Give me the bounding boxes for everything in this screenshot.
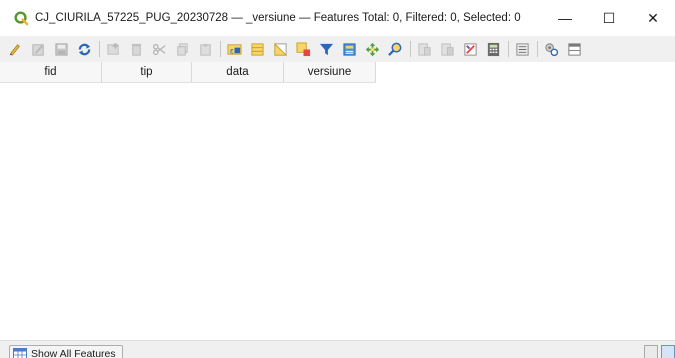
toolbar-separator: [537, 41, 538, 57]
save-edits-icon[interactable]: [52, 40, 70, 58]
window-controls: — ☐ ✕: [543, 0, 675, 36]
column-header-fid[interactable]: fid: [0, 62, 102, 82]
attribute-table[interactable]: fid tip data versiune: [0, 62, 675, 340]
view-switcher: [641, 345, 675, 358]
maximize-icon: ☐: [602, 9, 616, 26]
minimize-button[interactable]: —: [543, 0, 587, 36]
status-bar: Show All Features: [0, 340, 675, 358]
column-header-tip[interactable]: tip: [102, 62, 192, 82]
attribute-table-toolbar: ε: [0, 36, 675, 62]
delete-features-icon[interactable]: [127, 40, 145, 58]
actions-icon[interactable]: [542, 40, 560, 58]
reload-table-icon[interactable]: [75, 40, 93, 58]
toolbar-separator: [410, 41, 411, 57]
show-all-features-label: Show All Features: [31, 348, 116, 358]
maximize-button[interactable]: ☐: [587, 0, 631, 36]
show-all-features-button[interactable]: Show All Features: [9, 345, 123, 358]
close-icon: ✕: [647, 9, 659, 26]
qgis-logo-icon: [13, 10, 29, 26]
toolbar-separator: [99, 41, 100, 57]
zoom-to-selected-icon[interactable]: [386, 40, 404, 58]
title-bar: CJ_CIURILA_57225_PUG_20230728 — _versiun…: [0, 0, 675, 36]
organize-columns-icon[interactable]: [461, 40, 479, 58]
toolbar-separator: [508, 41, 509, 57]
table-icon: [13, 348, 27, 358]
toggle-editing-icon[interactable]: [6, 40, 24, 58]
paste-features-icon[interactable]: [196, 40, 214, 58]
invert-selection-icon[interactable]: [271, 40, 289, 58]
form-view-icon[interactable]: [644, 345, 658, 358]
field-calculator-icon[interactable]: [484, 40, 502, 58]
delete-field-icon[interactable]: [438, 40, 456, 58]
deselect-all-icon[interactable]: [294, 40, 312, 58]
column-header-versiune[interactable]: versiune: [284, 62, 376, 82]
window-title: CJ_CIURILA_57225_PUG_20230728 — _versiun…: [35, 12, 521, 24]
select-by-expression-icon[interactable]: ε: [225, 40, 243, 58]
attribute-table-window: CJ_CIURILA_57225_PUG_20230728 — _versiun…: [0, 0, 675, 358]
table-header: fid tip data versiune: [0, 62, 376, 83]
pan-to-selected-icon[interactable]: [363, 40, 381, 58]
column-header-data[interactable]: data: [192, 62, 284, 82]
copy-features-icon[interactable]: [173, 40, 191, 58]
conditional-formatting-icon[interactable]: [513, 40, 531, 58]
move-selection-top-icon[interactable]: [340, 40, 358, 58]
close-button[interactable]: ✕: [631, 0, 675, 36]
filter-select-icon[interactable]: [317, 40, 335, 58]
cut-features-icon[interactable]: [150, 40, 168, 58]
minimize-icon: —: [558, 10, 572, 26]
toolbar-separator: [220, 41, 221, 57]
select-all-icon[interactable]: [248, 40, 266, 58]
table-view-icon[interactable]: [661, 345, 675, 358]
svg-text:ε: ε: [229, 46, 233, 55]
add-feature-icon[interactable]: [104, 40, 122, 58]
dock-table-icon[interactable]: [565, 40, 583, 58]
toggle-multi-edit-icon[interactable]: [29, 40, 47, 58]
new-field-icon[interactable]: [415, 40, 433, 58]
